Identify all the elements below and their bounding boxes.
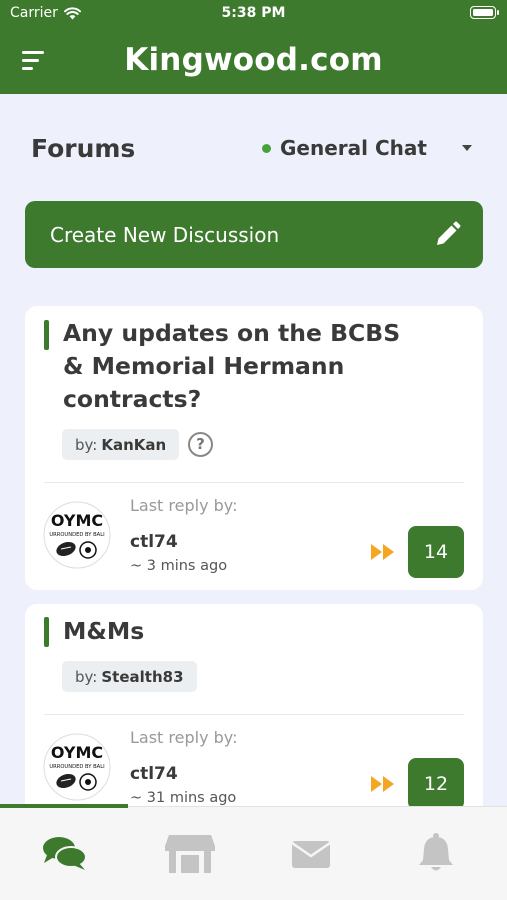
tab-forums[interactable] xyxy=(35,829,95,879)
pencil-icon xyxy=(437,221,461,245)
author-badge[interactable]: by: Stealth83 xyxy=(62,661,197,692)
battery-icon xyxy=(470,6,499,19)
avatar-line2: URROUNDED BY BALI xyxy=(49,532,105,538)
app-header: Kingwood.com xyxy=(0,28,507,94)
author-name: KanKan xyxy=(101,435,167,454)
fast-forward-icon[interactable] xyxy=(370,543,396,561)
tab-marketplace[interactable] xyxy=(160,829,220,879)
create-discussion-label: Create New Discussion xyxy=(50,223,280,247)
active-tab-indicator xyxy=(0,804,128,808)
avatar-line2: URROUNDED BY BALI xyxy=(49,764,105,770)
last-reply-user[interactable]: ctl74 xyxy=(130,532,178,552)
author-name: Stealth83 xyxy=(101,667,184,686)
reply-count-badge[interactable]: 14 xyxy=(408,526,464,578)
author-prefix: by: xyxy=(75,435,98,454)
divider xyxy=(44,482,464,483)
category-status-dot xyxy=(262,143,271,153)
create-discussion-button[interactable]: Create New Discussion xyxy=(25,201,483,268)
status-bar: Carrier 5:38 PM xyxy=(0,0,507,28)
thread-title[interactable]: M&Ms xyxy=(63,615,144,648)
thread-title-line: M&Ms xyxy=(63,617,145,645)
avatar[interactable]: OYMC URROUNDED BY BALI xyxy=(43,501,111,569)
thread-card[interactable]: Any updates on the BCBS & Memorial Herma… xyxy=(25,306,483,590)
avatar-line1: OYMC xyxy=(51,511,103,530)
bell-icon xyxy=(419,833,453,871)
thread-title[interactable]: Any updates on the BCBS & Memorial Herma… xyxy=(63,317,400,416)
last-reply-time: ~ 31 mins ago xyxy=(130,790,237,806)
avatar-line1: OYMC xyxy=(51,743,103,762)
chevron-down-icon xyxy=(462,145,472,151)
status-time: 5:38 PM xyxy=(221,5,286,21)
last-reply-label: Last reply by: xyxy=(130,496,238,515)
help-icon[interactable]: ? xyxy=(188,432,213,457)
bottom-tab-bar xyxy=(0,804,507,900)
tab-notifications[interactable] xyxy=(406,829,466,879)
reply-count-badge[interactable]: 12 xyxy=(408,758,464,810)
chat-bubbles-icon xyxy=(43,837,87,870)
thread-title-line: & Memorial Hermann xyxy=(63,352,345,380)
storefront-icon xyxy=(165,835,215,873)
category-dropdown[interactable]: General Chat xyxy=(262,135,480,161)
page-title: Forums xyxy=(31,134,136,163)
tab-messages[interactable] xyxy=(281,829,341,879)
thread-accent-bar xyxy=(44,320,49,350)
thread-title-line: Any updates on the BCBS xyxy=(63,319,401,347)
divider xyxy=(44,714,464,715)
last-reply-time: ~ 3 mins ago xyxy=(130,558,228,574)
author-badge[interactable]: by: KanKan xyxy=(62,429,180,460)
category-label: General Chat xyxy=(280,136,427,160)
avatar[interactable]: OYMC URROUNDED BY BALI xyxy=(43,733,111,801)
last-reply-user[interactable]: ctl74 xyxy=(130,764,178,784)
thread-accent-bar xyxy=(44,617,49,647)
app-title: Kingwood.com xyxy=(124,42,383,78)
thread-title-line: contracts? xyxy=(63,385,202,413)
author-prefix: by: xyxy=(75,667,98,686)
last-reply-label: Last reply by: xyxy=(130,728,238,747)
fast-forward-icon[interactable] xyxy=(370,775,396,793)
envelope-icon xyxy=(291,841,331,868)
